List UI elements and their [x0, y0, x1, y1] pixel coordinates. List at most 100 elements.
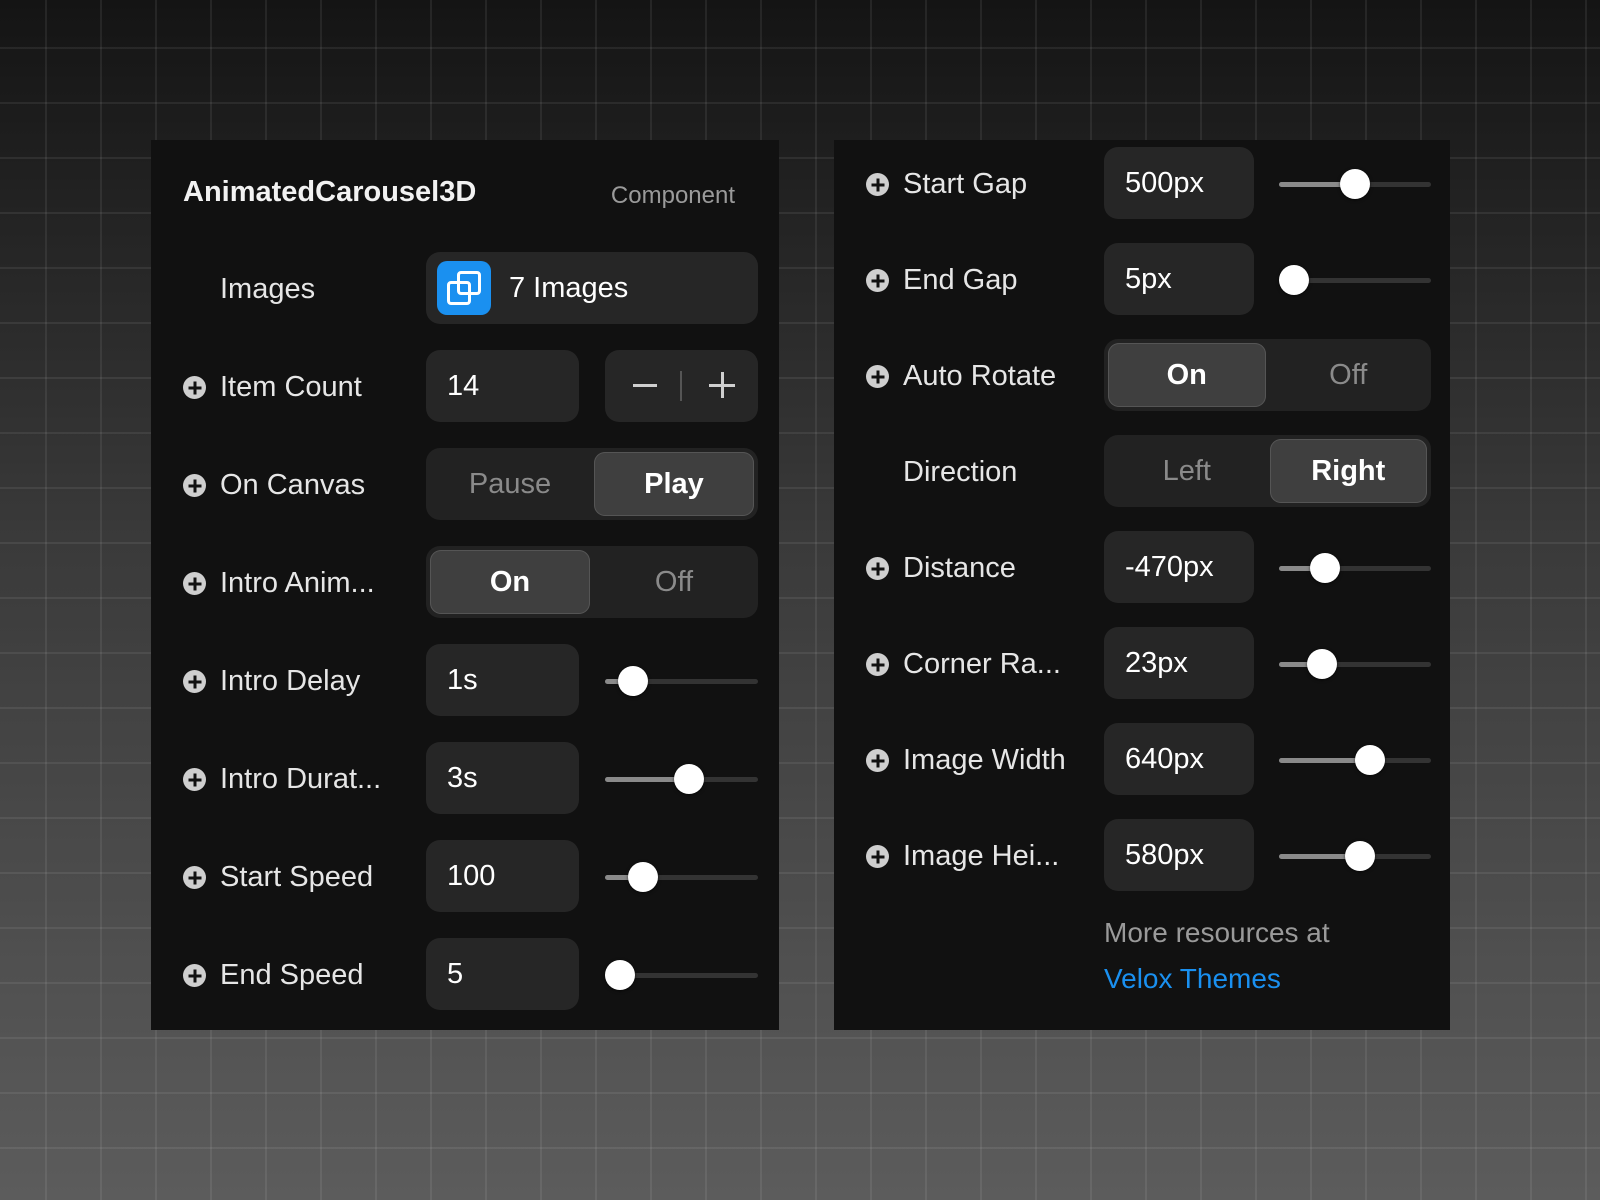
end-speed-label: End Speed: [220, 959, 364, 991]
slider-thumb[interactable]: [628, 862, 659, 892]
start-gap-label: Start Gap: [903, 168, 1028, 200]
row-image-width: Image Width 640px: [834, 723, 1450, 797]
images-picker[interactable]: 7 Images: [426, 252, 758, 324]
distance-input[interactable]: -470px: [1104, 531, 1254, 603]
plus-circle-icon[interactable]: [866, 173, 889, 196]
slider-thumb[interactable]: [1279, 265, 1310, 295]
row-intro-anim: Intro Anim... On Off: [151, 546, 779, 620]
properties-panel-right: Start Gap 500px End Gap 5px Auto Rotate …: [834, 140, 1450, 1030]
slider-thumb[interactable]: [674, 764, 705, 794]
row-start-speed: Start Speed 100: [151, 840, 779, 914]
component-type-label: Component: [610, 182, 735, 209]
on-option[interactable]: On: [1108, 343, 1266, 407]
image-width-slider[interactable]: [1279, 745, 1431, 775]
corner-radius-input[interactable]: 23px: [1104, 627, 1254, 699]
row-distance: Distance -470px: [834, 531, 1450, 605]
properties-panel-left: AnimatedCarousel3D Component Images 7 Im…: [151, 140, 779, 1030]
intro-delay-label: Intro Delay: [220, 665, 361, 697]
row-end-speed: End Speed 5: [151, 938, 779, 1012]
row-start-gap: Start Gap 500px: [834, 147, 1450, 221]
corner-radius-label: Corner Ra...: [903, 648, 1061, 680]
direction-label: Direction: [903, 456, 1018, 488]
end-speed-input[interactable]: 5: [426, 938, 579, 1010]
plus-circle-icon[interactable]: [866, 845, 889, 868]
left-option[interactable]: Left: [1108, 439, 1266, 503]
image-height-slider[interactable]: [1279, 841, 1431, 871]
on-canvas-segmented: Pause Play: [426, 448, 758, 520]
plus-circle-icon[interactable]: [183, 670, 206, 693]
play-option[interactable]: Play: [594, 452, 754, 516]
plus-circle-icon[interactable]: [866, 557, 889, 580]
plus-circle-icon[interactable]: [183, 376, 206, 399]
auto-rotate-segmented: On Off: [1104, 339, 1431, 411]
velox-themes-link[interactable]: Velox Themes: [1104, 956, 1330, 1002]
pause-option[interactable]: Pause: [430, 452, 590, 516]
row-direction: Direction Left Right: [834, 435, 1450, 509]
row-auto-rotate: Auto Rotate On Off: [834, 339, 1450, 413]
end-gap-slider[interactable]: [1279, 265, 1431, 295]
resources-footer: More resources at Velox Themes: [1104, 910, 1330, 1002]
component-title: AnimatedCarousel3D: [183, 176, 477, 208]
image-width-label: Image Width: [903, 744, 1066, 776]
image-height-input[interactable]: 580px: [1104, 819, 1254, 891]
start-gap-slider[interactable]: [1279, 169, 1431, 199]
start-speed-label: Start Speed: [220, 861, 374, 893]
end-gap-label: End Gap: [903, 264, 1018, 296]
intro-delay-slider[interactable]: [605, 666, 758, 696]
plus-circle-icon[interactable]: [866, 653, 889, 676]
intro-duration-label: Intro Durat...: [220, 763, 382, 795]
distance-label: Distance: [903, 552, 1016, 584]
plus-circle-icon[interactable]: [183, 572, 206, 595]
direction-segmented: Left Right: [1104, 435, 1431, 507]
slider-thumb[interactable]: [1344, 841, 1375, 871]
intro-anim-segmented: On Off: [426, 546, 758, 618]
row-images: Images 7 Images: [151, 252, 779, 326]
off-option[interactable]: Off: [594, 550, 754, 614]
slider-thumb[interactable]: [1340, 169, 1370, 199]
slider-thumb[interactable]: [605, 960, 636, 990]
item-count-input[interactable]: 14: [426, 350, 579, 422]
row-on-canvas: On Canvas Pause Play: [151, 448, 779, 522]
right-option[interactable]: Right: [1269, 439, 1427, 503]
corner-radius-slider[interactable]: [1279, 649, 1431, 679]
start-speed-slider[interactable]: [605, 862, 758, 892]
plus-icon[interactable]: [721, 372, 724, 398]
row-item-count: Item Count 14: [151, 350, 779, 424]
plus-circle-icon[interactable]: [866, 269, 889, 292]
end-gap-input[interactable]: 5px: [1104, 243, 1254, 315]
row-image-height: Image Hei... 580px: [834, 819, 1450, 893]
plus-circle-icon[interactable]: [183, 474, 206, 497]
intro-duration-slider[interactable]: [605, 764, 758, 794]
slider-thumb[interactable]: [617, 666, 648, 696]
resources-text: More resources at: [1104, 917, 1330, 948]
intro-duration-input[interactable]: 3s: [426, 742, 579, 814]
image-height-label: Image Hei...: [903, 840, 1060, 872]
intro-anim-label: Intro Anim...: [220, 567, 375, 599]
slider-thumb[interactable]: [1355, 745, 1386, 775]
intro-delay-input[interactable]: 1s: [426, 644, 579, 716]
on-canvas-label: On Canvas: [220, 469, 366, 501]
auto-rotate-label: Auto Rotate: [903, 360, 1057, 392]
images-value: 7 Images: [509, 272, 629, 304]
minus-icon[interactable]: [633, 384, 657, 387]
slider-thumb[interactable]: [1306, 649, 1337, 679]
item-count-stepper: [605, 350, 758, 422]
item-count-label: Item Count: [220, 371, 362, 403]
on-option[interactable]: On: [430, 550, 590, 614]
plus-circle-icon[interactable]: [183, 768, 206, 791]
row-intro-duration: Intro Durat... 3s: [151, 742, 779, 816]
row-intro-delay: Intro Delay 1s: [151, 644, 779, 718]
plus-circle-icon[interactable]: [866, 749, 889, 772]
row-end-gap: End Gap 5px: [834, 243, 1450, 317]
off-option[interactable]: Off: [1270, 343, 1428, 407]
plus-circle-icon[interactable]: [866, 365, 889, 388]
distance-slider[interactable]: [1279, 553, 1431, 583]
slider-thumb[interactable]: [1309, 553, 1340, 583]
start-gap-input[interactable]: 500px: [1104, 147, 1254, 219]
plus-circle-icon[interactable]: [183, 964, 206, 987]
start-speed-input[interactable]: 100: [426, 840, 579, 912]
end-speed-slider[interactable]: [605, 960, 758, 990]
image-width-input[interactable]: 640px: [1104, 723, 1254, 795]
images-icon: [437, 261, 491, 315]
plus-circle-icon[interactable]: [183, 866, 206, 889]
